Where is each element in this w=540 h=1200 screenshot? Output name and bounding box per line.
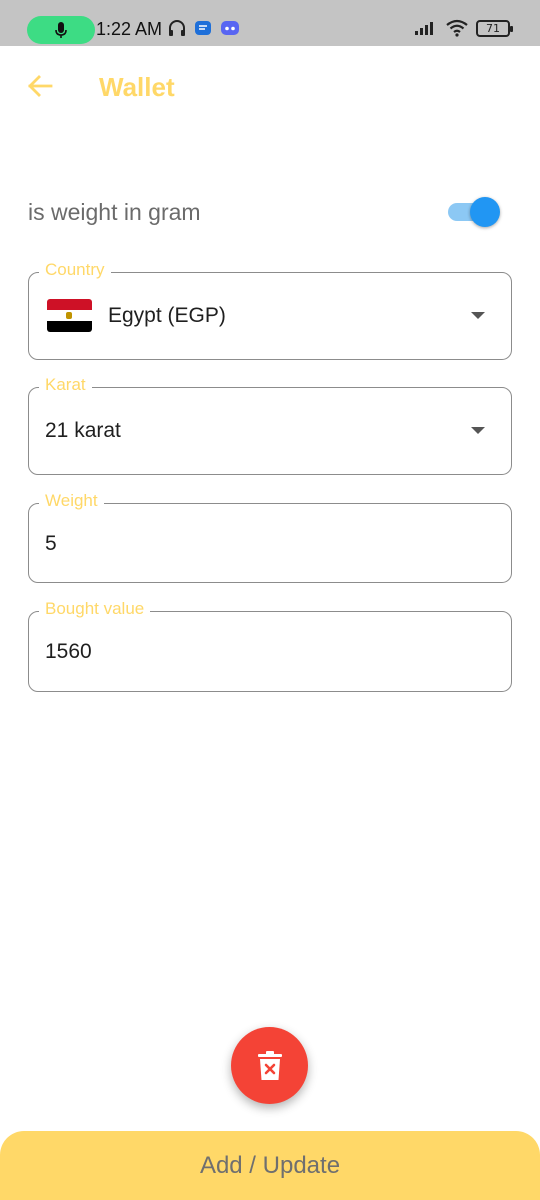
signal-icon	[415, 22, 433, 35]
country-field-label: Country	[39, 260, 111, 280]
weight-unit-toggle-row: is weight in gram	[28, 186, 512, 238]
add-update-button[interactable]: Add / Update	[0, 1131, 540, 1200]
status-icons-right: 71	[414, 19, 513, 37]
battery-icon: 71	[476, 19, 513, 37]
weight-unit-toggle-label: is weight in gram	[28, 199, 201, 225]
wifi-icon	[446, 19, 468, 37]
weight-in-gram-switch[interactable]	[446, 197, 500, 227]
page-title: Wallet	[99, 72, 175, 102]
bought-value-input[interactable]: Bought value 1560	[28, 599, 512, 692]
back-button[interactable]	[20, 68, 60, 104]
status-time: 1:22 AM	[96, 19, 163, 39]
karat-dropdown[interactable]: Karat 21 karat	[28, 375, 512, 475]
bought-value-value[interactable]: 1560	[45, 640, 92, 664]
weight-field-label: Weight	[39, 491, 104, 511]
mic-active-pill[interactable]	[27, 16, 95, 44]
mic-icon	[55, 22, 67, 38]
egypt-flag-icon	[47, 299, 92, 332]
karat-value: 21 karat	[45, 419, 121, 442]
headphones-icon	[169, 20, 185, 36]
weight-value[interactable]: 5	[45, 532, 57, 556]
weight-input[interactable]: Weight 5	[28, 491, 512, 583]
discord-icon	[221, 21, 239, 35]
dropdown-arrow-icon	[471, 427, 485, 434]
status-icons-left	[168, 19, 240, 37]
add-update-label: Add / Update	[199, 1151, 341, 1179]
country-dropdown[interactable]: Country Egypt (EGP)	[28, 260, 512, 360]
dropdown-arrow-icon	[471, 312, 485, 319]
wallet-screen: 1:22 AM 71 Wallet is weight in gram Coun…	[0, 0, 540, 1200]
delete-button[interactable]	[231, 1027, 308, 1104]
status-bar: 1:22 AM 71	[0, 0, 540, 46]
bought-value-field-label: Bought value	[39, 599, 151, 619]
trash-x-icon	[257, 1050, 282, 1080]
app-bar: Wallet	[0, 46, 540, 126]
karat-field-label: Karat	[39, 375, 92, 395]
chat-icon	[195, 21, 211, 35]
arrow-left-icon	[28, 75, 53, 97]
country-value: Egypt (EGP)	[108, 304, 226, 327]
switch-thumb	[470, 197, 500, 227]
